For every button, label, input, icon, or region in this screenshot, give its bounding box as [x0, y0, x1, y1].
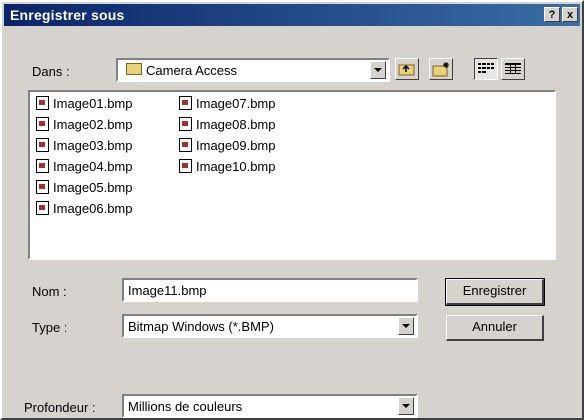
new-folder-button[interactable]	[429, 58, 453, 80]
file-item[interactable]: Image10.bmp	[179, 159, 276, 177]
location-value: Camera Access	[146, 63, 238, 78]
bitmap-file-icon	[36, 96, 49, 110]
bitmap-file-icon	[36, 180, 49, 194]
bitmap-file-icon	[179, 117, 192, 131]
cancel-button[interactable]: Annuler	[446, 315, 544, 341]
save-as-dialog: Enregistrer sous ? x Dans : Camera Acces…	[0, 0, 584, 420]
location-combo[interactable]: Camera Access	[116, 58, 390, 82]
title-bar[interactable]: Enregistrer sous ? x	[4, 4, 580, 26]
bitmap-file-icon	[36, 138, 49, 152]
list-view-button[interactable]	[474, 58, 498, 80]
folder-icon	[126, 63, 142, 75]
list-view-icon	[478, 63, 494, 73]
filetype-value: Bitmap Windows (*.BMP)	[128, 319, 274, 334]
up-folder-icon	[398, 64, 415, 76]
save-button[interactable]: Enregistrer	[445, 278, 545, 306]
up-folder-button[interactable]	[395, 58, 419, 80]
bitmap-file-icon	[36, 159, 49, 173]
file-item[interactable]: Image03.bmp	[36, 138, 133, 156]
bitmap-file-icon	[36, 117, 49, 131]
new-folder-icon	[432, 62, 449, 77]
filename-value: Image11.bmp	[128, 283, 207, 298]
depth-label: Profondeur :	[24, 400, 96, 415]
bitmap-file-icon	[179, 159, 192, 173]
close-button[interactable]: x	[562, 7, 578, 22]
bitmap-file-icon	[179, 138, 192, 152]
help-icon: ?	[548, 9, 556, 21]
details-view-icon	[505, 63, 521, 74]
file-item[interactable]: Image09.bmp	[179, 138, 276, 156]
filetype-combo[interactable]: Bitmap Windows (*.BMP)	[122, 314, 418, 338]
filename-input[interactable]: Image11.bmp	[122, 278, 418, 302]
depth-value: Millions de couleurs	[128, 399, 243, 414]
window-title: Enregistrer sous	[10, 7, 125, 23]
filetype-dropdown-button[interactable]	[398, 317, 414, 335]
close-icon: x	[566, 9, 574, 21]
bitmap-file-icon	[36, 201, 49, 215]
file-item[interactable]: Image01.bmp	[36, 96, 133, 114]
file-item[interactable]: Image08.bmp	[179, 117, 276, 135]
file-item[interactable]: Image05.bmp	[36, 180, 133, 198]
file-item[interactable]: Image07.bmp	[179, 96, 276, 114]
file-item[interactable]: Image04.bmp	[36, 159, 133, 177]
depth-combo[interactable]: Millions de couleurs	[122, 394, 418, 418]
help-button[interactable]: ?	[544, 7, 560, 22]
location-label: Dans :	[32, 64, 70, 79]
bitmap-file-icon	[179, 96, 192, 110]
filename-label: Nom :	[32, 284, 67, 299]
details-view-button[interactable]	[501, 58, 525, 80]
file-item[interactable]: Image06.bmp	[36, 201, 133, 219]
filetype-label: Type :	[32, 320, 68, 335]
file-item[interactable]: Image02.bmp	[36, 117, 133, 135]
file-list[interactable]: Image01.bmp Image02.bmp Image03.bmp Imag…	[28, 90, 556, 260]
location-dropdown-button[interactable]	[370, 61, 386, 79]
depth-dropdown-button[interactable]	[398, 397, 414, 415]
